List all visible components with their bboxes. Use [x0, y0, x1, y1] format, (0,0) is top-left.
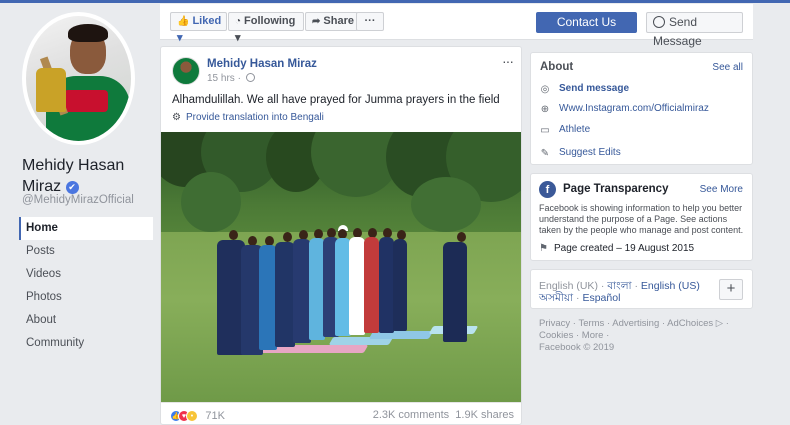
messenger-icon	[653, 16, 665, 28]
post-photo[interactable]	[161, 132, 521, 402]
see-all-link[interactable]: See all	[712, 62, 743, 73]
page-name-line1: Mehidy Hasan	[22, 157, 125, 174]
about-send-message-label: Send message	[559, 83, 630, 94]
liked-label: Liked	[192, 15, 222, 27]
advertising-link[interactable]: Advertising	[612, 318, 659, 329]
top-accent-bar	[0, 0, 790, 3]
about-suggest-edits[interactable]: ✎ Suggest Edits	[539, 147, 621, 161]
post-time-text: 15 hrs	[207, 73, 235, 84]
cookies-link[interactable]: Cookies	[539, 330, 573, 341]
language-english-us-link[interactable]: English (US)	[641, 280, 700, 292]
caret-down-icon: ▾	[177, 32, 183, 44]
post-stats: 2.3K comments 1.9K shares	[373, 409, 514, 421]
nav-item-community[interactable]: Community	[19, 332, 153, 355]
post-timestamp[interactable]: 15 hrs ·	[207, 73, 255, 84]
transparency-title: Page Transparency	[563, 183, 669, 195]
see-more-link[interactable]: See More	[700, 184, 743, 195]
following-label: Following	[244, 15, 296, 27]
page-name-line2: Miraz	[22, 178, 62, 195]
adchoices-icon: ▷	[715, 318, 724, 329]
post-author-name[interactable]: Mehidy Hasan Miraz	[207, 58, 317, 70]
nav-item-about[interactable]: About	[19, 309, 153, 332]
about-category[interactable]: ▭ Athlete	[539, 124, 590, 138]
rss-icon: ◔	[235, 16, 242, 27]
nav-item-posts[interactable]: Posts	[19, 240, 153, 263]
about-website-label: Www.Instagram.com/Officialmiraz	[559, 103, 709, 114]
page-created-row: ⚑ Page created – 19 August 2015	[539, 243, 694, 254]
share-label: Share	[323, 15, 354, 27]
about-website[interactable]: ⊕ Www.Instagram.com/Officialmiraz	[539, 103, 709, 117]
about-category-label: Athlete	[559, 124, 591, 135]
share-arrow-icon: ➦	[312, 16, 321, 27]
more-languages-button[interactable]: +	[719, 279, 743, 300]
about-send-message[interactable]: ◎ Send message	[539, 83, 629, 97]
reaction-count: 71K	[205, 409, 225, 422]
globe-icon: ⊕	[540, 104, 550, 115]
globe-icon	[245, 73, 255, 82]
profile-photo-image	[26, 16, 131, 141]
post-footer: 👍 ♥ • 71K 2.3K comments 1.9K shares	[161, 402, 521, 424]
post-options-button[interactable]: ···	[502, 53, 514, 69]
page-nav: Home Posts Videos Photos About Community	[19, 217, 153, 355]
category-icon: ▭	[540, 125, 550, 136]
send-message-button[interactable]: Send Message	[646, 12, 743, 48]
more-link[interactable]: More	[582, 330, 604, 341]
nav-item-videos[interactable]: Videos	[19, 263, 153, 286]
liked-button[interactable]: 👍 Liked ▾	[170, 12, 227, 44]
wow-reaction-icon: •	[186, 409, 198, 422]
post-author-avatar[interactable]	[172, 57, 200, 85]
post-text: Alhamdulillah. We all have prayed for Ju…	[172, 94, 500, 106]
about-title: About	[540, 61, 574, 73]
languages-card: English (UK) · বাংলা · English (US) অসমী…	[530, 269, 753, 309]
following-button[interactable]: ◔ Following ▾	[228, 12, 304, 44]
translate-label: Provide translation into Bengali	[185, 112, 324, 123]
post-card: Mehidy Hasan Miraz 15 hrs · ··· Alhamdul…	[160, 46, 522, 425]
pencil-icon: ✎	[540, 148, 550, 159]
language-spanish-link[interactable]: Español	[582, 292, 620, 304]
nav-item-photos[interactable]: Photos	[19, 286, 153, 309]
thumbs-up-icon: 👍	[177, 16, 190, 27]
page-created-text: Page created – 19 August 2015	[554, 243, 695, 254]
page-transparency-card: f Page Transparency See More Facebook is…	[530, 173, 753, 261]
about-card: About See all ◎ Send message ⊕ Www.Instagr…	[530, 52, 753, 165]
messenger-icon: ◎	[540, 84, 550, 95]
translate-link[interactable]: ⚙ Provide translation into Bengali	[172, 112, 324, 123]
transparency-description: Facebook is showing information to help …	[539, 203, 744, 235]
copyright-text: Facebook © 2019	[539, 342, 615, 353]
language-assamese-link[interactable]: অসমীয়া	[539, 292, 573, 304]
shares-count[interactable]: 1.9K shares	[455, 409, 514, 421]
contact-us-button[interactable]: Contact Us	[536, 12, 637, 33]
footer-links: Privacy · Terms · Advertising · AdChoice…	[539, 318, 729, 353]
page-title[interactable]: Mehidy Hasan Miraz ✔	[22, 155, 152, 197]
comments-count[interactable]: 2.3K comments	[373, 409, 449, 421]
gear-icon: ⚙	[172, 112, 181, 123]
verified-badge-icon: ✔	[65, 181, 79, 194]
share-button[interactable]: ➦ Share	[305, 12, 358, 31]
caret-down-icon: ▾	[235, 32, 241, 44]
photo-trees-background	[161, 132, 521, 237]
nav-item-home[interactable]: Home	[19, 217, 153, 240]
terms-link[interactable]: Terms	[578, 318, 604, 329]
profile-picture[interactable]	[22, 12, 135, 145]
page-action-bar: 👍 Liked ▾ ◔ Following ▾ ➦ Share ··· Contact…	[160, 4, 753, 48]
about-suggest-edits-label: Suggest Edits	[559, 147, 621, 158]
privacy-link[interactable]: Privacy	[539, 318, 570, 329]
facebook-logo-icon: f	[539, 181, 556, 198]
more-options-button[interactable]: ···	[356, 12, 384, 31]
page-handle[interactable]: @MehidyMirazOfficial	[22, 194, 134, 206]
adchoices-link[interactable]: AdChoices	[667, 318, 713, 329]
flag-icon: ⚑	[539, 243, 548, 254]
languages-line-2: অসমীয়া · Español	[539, 292, 621, 304]
reactions-summary[interactable]: 👍 ♥ • 71K	[170, 408, 225, 422]
